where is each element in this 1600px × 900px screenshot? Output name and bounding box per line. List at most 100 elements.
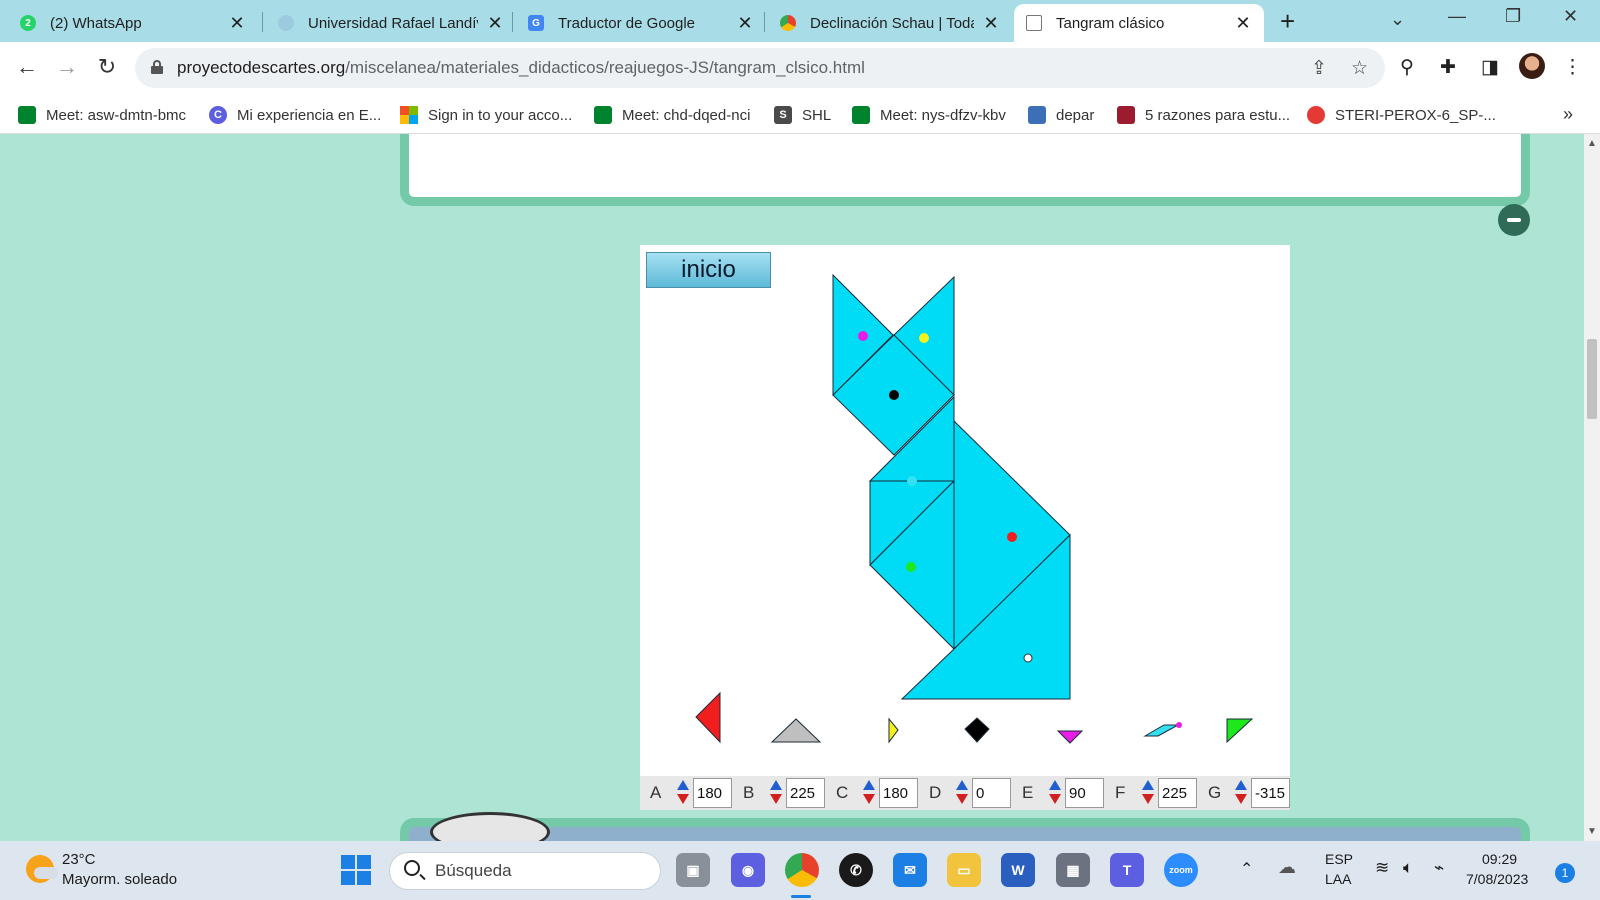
control-g-field[interactable]: [1251, 778, 1290, 808]
control-c-field[interactable]: [879, 778, 918, 808]
share-icon[interactable]: ⇪: [1311, 57, 1327, 80]
collapse-minus-icon[interactable]: [1498, 204, 1530, 236]
tab-tangram[interactable]: Tangram clásico ✕: [1014, 4, 1264, 42]
close-icon[interactable]: ✕: [1234, 13, 1252, 34]
lock-icon[interactable]: [151, 60, 163, 74]
back-icon[interactable]: ←: [12, 54, 42, 80]
palette-red-triangle[interactable]: [695, 691, 721, 744]
scroll-down-icon[interactable]: ▼: [1587, 826, 1597, 837]
bookmark-meet-1[interactable]: Meet: asw-dmtn-bmc: [18, 104, 186, 126]
increment-arrow-icon[interactable]: [770, 780, 782, 790]
palette-gray-triangle[interactable]: [770, 718, 822, 743]
tab-universidad[interactable]: Universidad Rafael Landív ✕: [266, 4, 516, 42]
tab-declinacion[interactable]: Declinación Schau | Todas ✕: [768, 4, 1012, 42]
battery-icon[interactable]: ⌁: [1434, 858, 1444, 878]
onedrive-cloud-icon[interactable]: ☁: [1278, 857, 1296, 878]
whatsapp-icon[interactable]: ✆: [839, 853, 873, 887]
increment-arrow-icon[interactable]: [1142, 780, 1154, 790]
extensions-puzzle-icon[interactable]: ✚: [1440, 56, 1456, 79]
menu-kebab-icon[interactable]: ⋮: [1563, 56, 1582, 79]
control-f-field[interactable]: [1158, 778, 1197, 808]
side-panel-icon[interactable]: ◨: [1481, 56, 1499, 79]
file-explorer-icon[interactable]: ▭: [947, 853, 981, 887]
close-icon[interactable]: ✕: [228, 13, 246, 34]
piece-handle-magenta[interactable]: [858, 331, 868, 341]
bookmark-steri-perox[interactable]: STERI-PEROX-6_SP-...: [1307, 104, 1496, 126]
increment-arrow-icon[interactable]: [956, 780, 968, 790]
vertical-scrollbar[interactable]: ▲ ▼: [1584, 134, 1600, 841]
teams-icon[interactable]: T: [1110, 853, 1144, 887]
increment-arrow-icon[interactable]: [1235, 780, 1247, 790]
control-e-field[interactable]: [1065, 778, 1104, 808]
calculator-icon[interactable]: ▦: [1056, 853, 1090, 887]
piece-handle-green[interactable]: [906, 562, 916, 572]
increment-arrow-icon[interactable]: [863, 780, 875, 790]
close-icon[interactable]: ✕: [736, 13, 754, 34]
palette-black-square[interactable]: [964, 717, 990, 743]
new-tab-button[interactable]: +: [1280, 8, 1295, 34]
restore-icon[interactable]: ❐: [1505, 6, 1521, 27]
control-a-field[interactable]: [693, 778, 732, 808]
bookmark-star-icon[interactable]: ☆: [1351, 57, 1368, 80]
scroll-up-icon[interactable]: ▲: [1587, 138, 1597, 149]
control-b-field[interactable]: [786, 778, 825, 808]
decrement-arrow-icon[interactable]: [1049, 794, 1061, 804]
profile-avatar[interactable]: [1519, 53, 1545, 79]
windows-start-icon[interactable]: [341, 855, 371, 885]
minimize-icon[interactable]: —: [1448, 6, 1466, 27]
palette-magenta-triangle[interactable]: [1056, 730, 1084, 744]
tab-whatsapp[interactable]: 2 (2) WhatsApp ✕: [8, 4, 258, 42]
forward-icon[interactable]: →: [52, 54, 82, 80]
control-d-field[interactable]: [972, 778, 1011, 808]
piece-handle-yellow[interactable]: [919, 333, 929, 343]
weather-sun-cloud-icon[interactable]: [26, 855, 58, 883]
piece-handle-red[interactable]: [1007, 532, 1017, 542]
tab-traductor[interactable]: G Traductor de Google ✕: [516, 4, 766, 42]
tab-search-icon[interactable]: ⌄: [1390, 9, 1405, 30]
palette-handle-dot[interactable]: [1176, 722, 1182, 728]
decrement-arrow-icon[interactable]: [956, 794, 968, 804]
increment-arrow-icon[interactable]: [677, 780, 689, 790]
language-code[interactable]: ESP: [1325, 851, 1353, 867]
close-icon[interactable]: ✕: [486, 13, 504, 34]
temperature[interactable]: 23°C: [62, 851, 96, 868]
bookmark-sign-in[interactable]: Sign in to your acco...: [400, 104, 572, 126]
url-text[interactable]: proyectodescartes.org/miscelanea/materia…: [177, 58, 865, 78]
increment-arrow-icon[interactable]: [1049, 780, 1061, 790]
language-layout[interactable]: LAA: [1325, 871, 1351, 887]
tray-chevron-icon[interactable]: ⌃: [1240, 859, 1253, 879]
decrement-arrow-icon[interactable]: [677, 794, 689, 804]
decrement-arrow-icon[interactable]: [770, 794, 782, 804]
palette-cyan-parallelogram[interactable]: [1143, 724, 1179, 737]
decrement-arrow-icon[interactable]: [1142, 794, 1154, 804]
mail-icon[interactable]: ✉: [893, 853, 927, 887]
close-window-icon[interactable]: ✕: [1563, 6, 1578, 27]
bookmark-depar[interactable]: depar: [1028, 104, 1094, 126]
task-view-icon[interactable]: ▣: [676, 853, 710, 887]
piece-handle-cyan[interactable]: [907, 476, 917, 486]
close-icon[interactable]: ✕: [982, 13, 1000, 34]
taskbar-search[interactable]: Búsqueda: [389, 852, 661, 890]
scroll-thumb[interactable]: [1587, 339, 1597, 419]
bookmark-meet-3[interactable]: Meet: nys-dfzv-kbv: [852, 104, 1006, 126]
tangram-canvas[interactable]: inicio: [640, 245, 1290, 810]
piece-handle-black[interactable]: [889, 390, 899, 400]
decrement-arrow-icon[interactable]: [1235, 794, 1247, 804]
palette-yellow-triangle[interactable]: [888, 717, 899, 744]
clock-date[interactable]: 7/08/2023: [1466, 871, 1528, 887]
bookmark-shl[interactable]: S SHL: [774, 104, 831, 126]
notification-badge[interactable]: 1: [1555, 863, 1575, 883]
weather-description[interactable]: Mayorm. soleado: [62, 871, 177, 888]
volume-icon[interactable]: 🔈︎: [1403, 858, 1413, 878]
decrement-arrow-icon[interactable]: [863, 794, 875, 804]
bookmark-mi-experiencia[interactable]: C Mi experiencia en E...: [209, 104, 381, 126]
more-bookmarks-icon[interactable]: »: [1563, 104, 1573, 125]
reload-icon[interactable]: ↻: [92, 54, 122, 80]
wifi-icon[interactable]: ≋: [1375, 858, 1389, 878]
word-icon[interactable]: W: [1001, 853, 1035, 887]
telescope-extension-icon[interactable]: ⚲: [1400, 56, 1414, 79]
bookmark-meet-2[interactable]: Meet: chd-dqed-nci: [594, 104, 750, 126]
chrome-icon[interactable]: [785, 853, 819, 887]
bookmark-5-razones[interactable]: 5 razones para estu...: [1117, 104, 1290, 126]
teams-chat-icon[interactable]: ◉: [731, 853, 765, 887]
